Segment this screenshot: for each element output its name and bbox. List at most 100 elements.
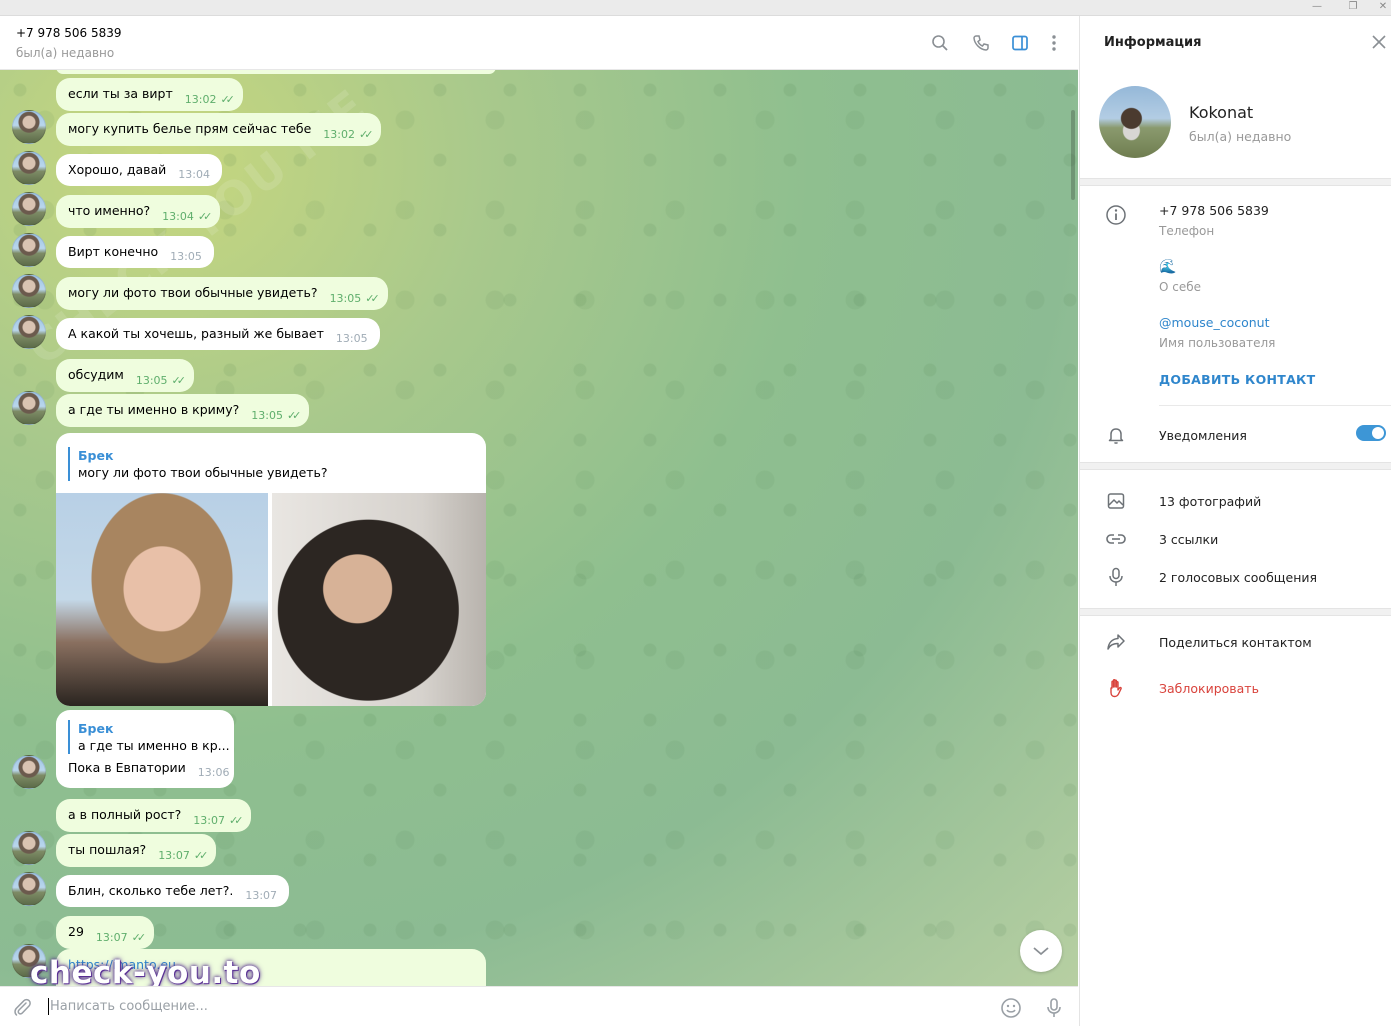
sidebar-toggle-icon[interactable] (1009, 32, 1031, 54)
voice-count[interactable]: 2 голосовых сообщения (1159, 570, 1317, 585)
reply-author: Брек (78, 721, 114, 736)
message-text: если ты за вирт (68, 86, 173, 101)
search-icon[interactable] (929, 32, 951, 54)
restore-icon[interactable]: ❐ (1338, 0, 1368, 16)
links-count[interactable]: 3 ссылки (1159, 532, 1218, 547)
message-bubble[interactable]: 29 13:07 ✓✓ (56, 916, 155, 949)
info-icon (1105, 204, 1127, 226)
message-input[interactable] (50, 999, 950, 1014)
info-title: Информация (1104, 35, 1202, 50)
photo-thumbnail[interactable] (272, 493, 486, 706)
avatar[interactable] (12, 274, 46, 308)
avatar[interactable] (12, 831, 46, 865)
message-time: 13:05 (329, 292, 362, 305)
photo-thumbnail[interactable] (56, 493, 268, 706)
username-link[interactable]: @mouse_coconut (1159, 315, 1270, 330)
read-check-icon: ✓✓ (197, 210, 213, 223)
reply-text: могу ли фото твои обычные увидеть? (78, 465, 328, 480)
profile-avatar[interactable] (1099, 86, 1171, 158)
notifications-toggle[interactable] (1356, 425, 1386, 441)
message-time: 13:05 (170, 250, 202, 263)
window-close-icon[interactable]: ✕ (1368, 0, 1391, 16)
message-text: Вирт конечно (68, 244, 159, 259)
read-check-icon: ✓✓ (131, 931, 147, 944)
avatar[interactable] (12, 192, 46, 226)
message-text: А какой ты хочешь, разный же бывает (68, 326, 324, 341)
avatar[interactable] (12, 755, 46, 789)
link-icon (1105, 528, 1127, 550)
close-icon[interactable] (1371, 34, 1387, 50)
profile-name: Kokonat (1189, 103, 1254, 122)
avatar[interactable] (12, 315, 46, 349)
chat-title[interactable]: +7 978 506 5839 (16, 26, 121, 40)
message-bubble[interactable]: а в полный рост? 13:07 ✓✓ (56, 799, 252, 832)
reply-author: Брек (78, 448, 114, 463)
read-check-icon: ✓✓ (286, 409, 302, 422)
avatar[interactable] (12, 391, 46, 425)
microphone-icon[interactable] (1045, 997, 1063, 1023)
message-bubble[interactable]: Блин, сколько тебе лет?. 13:07 (56, 875, 290, 907)
message-bubble[interactable]: что именно? 13:04 ✓✓ (56, 195, 221, 228)
message-text: а где ты именно в криму? (68, 402, 240, 417)
avatar[interactable] (12, 110, 46, 144)
message-bubble[interactable]: ты пошлая? 13:07 ✓✓ (56, 834, 217, 867)
about-text[interactable]: 🌊 (1159, 259, 1176, 275)
avatar[interactable] (12, 872, 46, 906)
message-text: а в полный рост? (68, 807, 182, 822)
text-caret (48, 998, 49, 1015)
phone-number[interactable]: +7 978 506 5839 (1159, 203, 1269, 218)
bell-icon (1105, 424, 1127, 446)
profile-status: был(а) недавно (1189, 129, 1292, 144)
message-time: 13:07 (158, 849, 190, 862)
message-bubble[interactable]: А какой ты хочешь, разный же бывает 13:05 (56, 318, 380, 350)
message-text: ты пошлая? (68, 842, 147, 857)
section-divider (1080, 178, 1391, 186)
message-time: 13:02 (184, 93, 217, 106)
message-time: 13:04 (178, 168, 210, 181)
chat-messages-area[interactable]: CHECK YOU ME если ты за вирт13:02✓✓ могу… (0, 70, 1078, 986)
message-text: могу ли фото твои обычные увидеть? (68, 285, 318, 300)
notifications-label: Уведомления (1159, 428, 1247, 443)
photo-message[interactable]: Брек могу ли фото твои обычные увидеть? (56, 433, 486, 706)
chat-scrollbar[interactable] (1071, 110, 1075, 200)
window-titlebar: — ❐ ✕ (0, 0, 1391, 16)
read-check-icon: ✓✓ (229, 814, 244, 827)
attach-icon[interactable] (12, 997, 32, 1021)
chevron-down-icon (1033, 947, 1049, 956)
emoji-icon[interactable] (1000, 997, 1022, 1023)
avatar[interactable] (12, 151, 46, 185)
reply-quote[interactable]: Брек а где ты именно в кр... (68, 720, 230, 754)
photos-count[interactable]: 13 фотографий (1159, 494, 1261, 509)
message-text: могу купить белье прям сейчас тебе (68, 121, 312, 136)
message-bubble[interactable]: а где ты именно в криму? 13:05 ✓✓ (56, 394, 310, 427)
message-bubble[interactable]: Вирт конечно 13:05 (56, 236, 214, 268)
avatar[interactable] (12, 233, 46, 267)
share-icon (1105, 631, 1127, 653)
chat-status: был(а) недавно (16, 46, 115, 60)
message-text: что именно? (68, 203, 151, 218)
more-menu-icon[interactable] (1043, 32, 1065, 54)
scroll-down-button[interactable] (1020, 930, 1062, 972)
block-button[interactable]: Заблокировать (1159, 681, 1259, 696)
message-bubble[interactable]: обсудим 13:05 ✓✓ (56, 359, 194, 392)
message-time: 13:05 (335, 332, 368, 345)
phone-icon[interactable] (970, 32, 992, 54)
message-bubble[interactable]: могу купить белье прям сейчас тебе 13:02 ✓… (56, 113, 382, 146)
read-check-icon: ✓✓ (220, 93, 235, 106)
share-contact-button[interactable]: Поделиться контактом (1159, 635, 1312, 650)
reply-text: а где ты именно в кр... (78, 738, 230, 753)
add-contact-button[interactable]: ДОБАВИТЬ КОНТАКТ (1159, 372, 1315, 387)
message-text: 29 (68, 924, 84, 939)
message-bubble[interactable]: могу ли фото твои обычные увидеть? 13:05 ✓… (56, 277, 388, 310)
reply-quote[interactable]: Брек могу ли фото твои обычные увидеть? (68, 447, 328, 481)
username-label: Имя пользователя (1159, 336, 1276, 350)
message-bubble[interactable]: Хорошо, давай 13:04 (56, 154, 222, 186)
message-time: 13:07 (95, 931, 128, 944)
minimize-icon[interactable]: — (1302, 0, 1332, 16)
message-bubble[interactable]: Брек а где ты именно в кр... Пока в Евпа… (56, 710, 234, 788)
microphone-icon (1105, 566, 1127, 588)
message-bubble[interactable]: если ты за вирт 13:02 ✓✓ (56, 78, 243, 111)
photo-icon (1105, 490, 1127, 512)
message-time: 13:02 (323, 128, 355, 141)
section-divider (1080, 608, 1391, 616)
